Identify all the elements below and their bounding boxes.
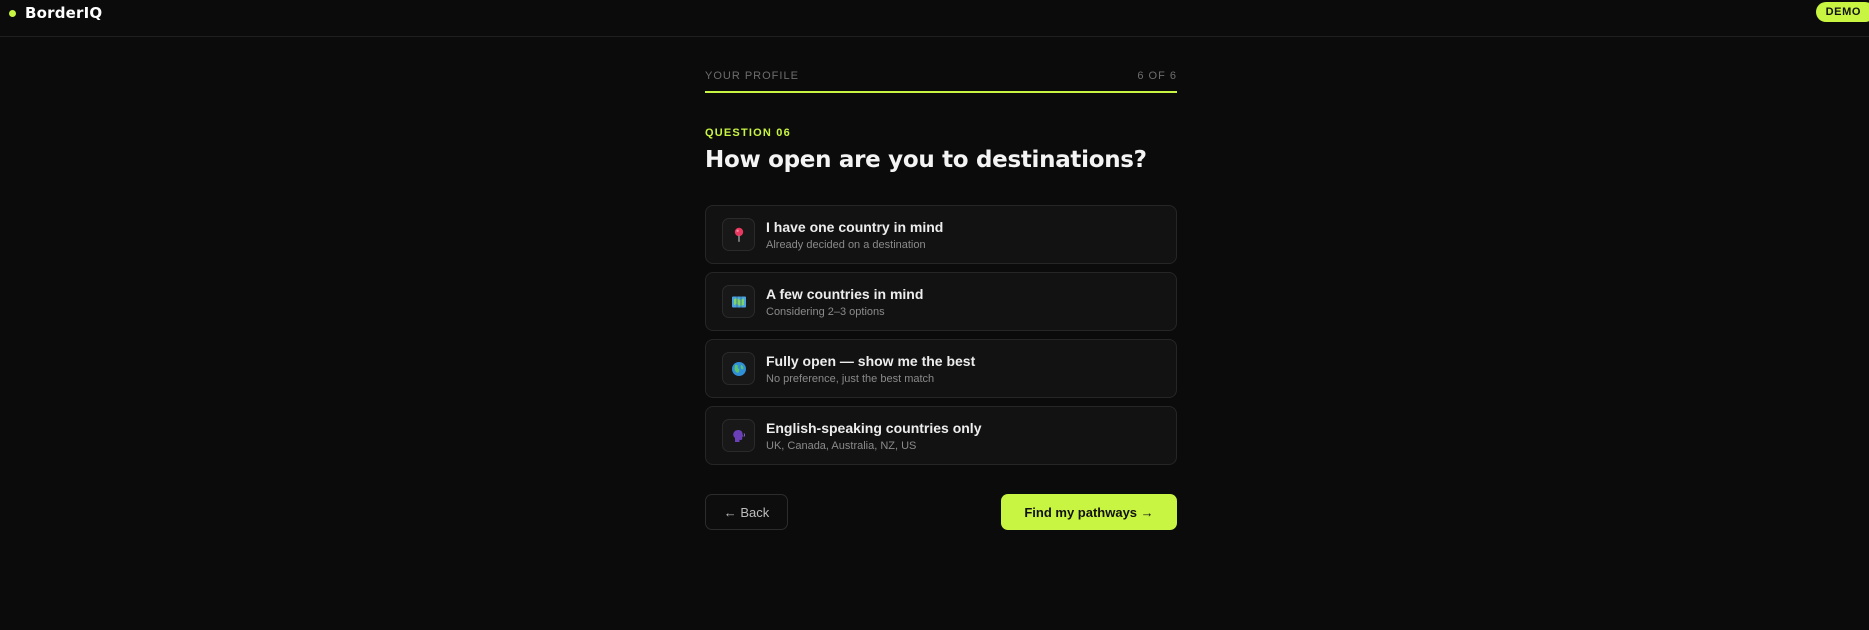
logo[interactable]: BorderIQ xyxy=(9,4,102,22)
back-button[interactable]: ← Back xyxy=(705,494,788,530)
app-name: BorderIQ xyxy=(25,4,103,22)
option-title: I have one country in mind xyxy=(766,219,944,235)
option-title: English-speaking countries only xyxy=(766,420,982,436)
option-fully-open[interactable]: Fully open — show me the best No prefere… xyxy=(705,339,1177,398)
progress-step-label: 6 OF 6 xyxy=(1137,70,1177,82)
option-subtitle: UK, Canada, Australia, NZ, US xyxy=(766,440,917,452)
map-icon xyxy=(722,285,755,318)
progress-header: YOUR PROFILE 6 OF 6 xyxy=(705,70,1177,82)
option-few-countries[interactable]: A few countries in mind Considering 2–3 … xyxy=(705,272,1177,331)
option-subtitle: Already decided on a destination xyxy=(766,239,926,251)
option-subtitle: Considering 2–3 options xyxy=(766,306,885,318)
logo-dot-icon xyxy=(9,9,16,17)
find-pathways-button[interactable]: Find my pathways → xyxy=(1001,494,1177,530)
option-subtitle: No preference, just the best match xyxy=(766,373,935,385)
demo-badge: DEMO xyxy=(1815,2,1869,22)
question-number: QUESTION 06 xyxy=(705,127,791,139)
question-title: How open are you to destinations? xyxy=(705,147,1147,173)
option-title: A few countries in mind xyxy=(766,286,924,302)
speaking-head-icon xyxy=(722,419,755,452)
round-pushpin-icon xyxy=(722,218,755,251)
option-english-speaking[interactable]: English-speaking countries only UK, Cana… xyxy=(705,406,1177,465)
top-bar: BorderIQ DEMO xyxy=(0,0,1869,37)
progress-bar-fill xyxy=(705,91,1177,93)
option-title: Fully open — show me the best xyxy=(766,353,976,369)
globe-icon xyxy=(722,352,755,385)
option-list: I have one country in mind Already decid… xyxy=(705,205,1177,473)
option-one-country[interactable]: I have one country in mind Already decid… xyxy=(705,205,1177,264)
progress-bar xyxy=(705,91,1177,93)
progress-section-label: YOUR PROFILE xyxy=(705,70,799,82)
